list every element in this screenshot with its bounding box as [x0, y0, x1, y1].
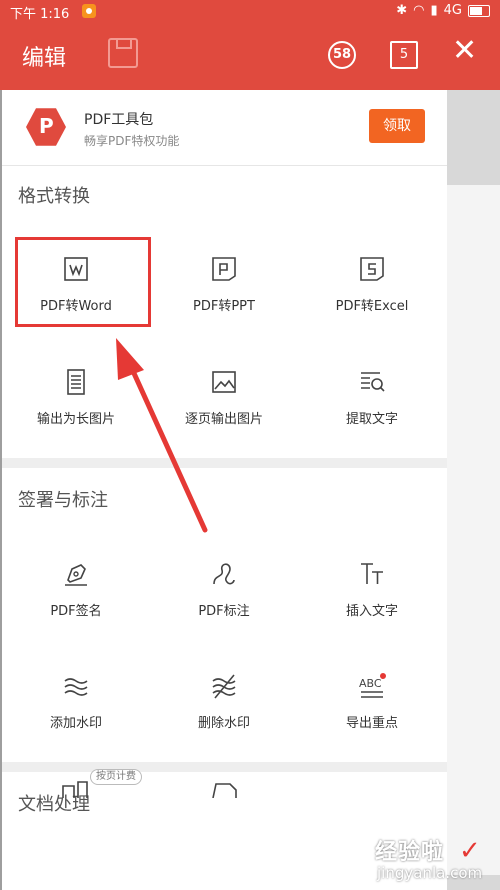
watermark-text: 经验啦	[375, 840, 445, 865]
badge-58-icon[interactable]: 58	[328, 41, 356, 69]
text-tt-icon	[361, 563, 383, 584]
section-title-sign: 签署与标注	[18, 490, 108, 511]
checkmark-icon: ✓	[459, 836, 481, 866]
squiggle-icon	[213, 563, 235, 585]
status-time: 下午 1:16	[10, 7, 70, 22]
tool-label: PDF转Excel	[335, 299, 409, 314]
signal-icon: ▮	[430, 3, 438, 18]
highlight-box	[15, 237, 151, 327]
partial-tool-icon	[212, 783, 237, 798]
status-bar: 下午 1:16 ✱ ◠ ▮ 4G	[0, 0, 500, 22]
section-divider	[2, 762, 447, 772]
tool-label: 添加水印	[49, 716, 102, 731]
remove-watermark-icon	[212, 674, 236, 699]
tool-export-highlights[interactable]: ABC 导出重点	[298, 672, 446, 762]
extract-text-icon	[361, 372, 385, 392]
tool-label: 导出重点	[345, 716, 398, 731]
tools-panel: PDF工具包 畅享PDF特权功能 领取 格式转换 PDF转Word PDF转PP…	[2, 90, 447, 890]
pay-per-page-badge: 按页计费	[90, 769, 142, 785]
long-image-icon	[67, 369, 85, 395]
tool-label: 删除水印	[197, 716, 250, 731]
section-title-convert: 格式转换	[18, 186, 90, 207]
background-document	[447, 90, 500, 890]
tool-label: PDF标注	[198, 604, 250, 619]
pen-nib-icon	[65, 564, 87, 586]
image-icon	[212, 371, 236, 393]
tool-label: PDF签名	[50, 604, 102, 619]
tool-remove-watermark[interactable]: 删除水印	[150, 672, 298, 762]
tool-label: 逐页输出图片	[184, 412, 263, 427]
tool-pdf-to-excel[interactable]: PDF转Excel	[298, 255, 446, 345]
tool-page-images[interactable]: 逐页输出图片	[150, 368, 298, 458]
promo-title: PDF工具包	[84, 112, 154, 128]
ppt-doc-icon	[212, 257, 236, 281]
excel-doc-icon	[360, 257, 384, 281]
tool-pdf-sign[interactable]: PDF签名	[2, 560, 150, 650]
close-icon[interactable]: ✕	[452, 36, 477, 66]
pdf-logo-icon	[26, 108, 66, 146]
tool-extract-text[interactable]: 提取文字	[298, 368, 446, 458]
tool-pdf-annotate[interactable]: PDF标注	[150, 560, 298, 650]
status-icons: ✱ ◠ ▮ 4G	[396, 3, 490, 18]
abc-highlight-icon: ABC	[359, 673, 386, 698]
battery-icon	[468, 4, 490, 17]
claim-button[interactable]: 领取	[369, 109, 425, 143]
tool-label: PDF转PPT	[193, 299, 255, 314]
site-watermark: 经验啦 ✓ jingyanla.com	[355, 834, 500, 890]
watermark-url: jingyanla.com	[377, 864, 483, 882]
promo-subtitle: 畅享PDF特权功能	[84, 134, 180, 148]
app-notification-icon	[82, 4, 96, 18]
network-type: 4G	[443, 3, 462, 18]
tabs-count-button[interactable]: 5	[390, 41, 418, 69]
top-toolbar: 编辑 58 5 ✕	[0, 22, 500, 90]
tool-long-image[interactable]: 输出为长图片	[2, 368, 150, 458]
tool-label: 提取文字	[345, 412, 398, 427]
save-icon[interactable]	[108, 38, 138, 68]
pdf-toolkit-banner[interactable]: PDF工具包 畅享PDF特权功能 领取	[2, 90, 447, 166]
toolbar-title: 编辑	[22, 46, 67, 71]
watermark-icon	[64, 678, 88, 696]
tool-pdf-to-ppt[interactable]: PDF转PPT	[150, 255, 298, 345]
tool-add-watermark[interactable]: 添加水印	[2, 672, 150, 762]
section-divider	[2, 458, 447, 468]
tool-label: 插入文字	[345, 604, 398, 619]
tool-insert-text[interactable]: 插入文字	[298, 560, 446, 650]
partial-tool-icon	[62, 781, 88, 798]
tool-label: 输出为长图片	[36, 412, 115, 427]
bluetooth-icon: ✱	[396, 3, 408, 18]
svg-text:ABC: ABC	[359, 677, 382, 690]
wifi-icon: ◠	[413, 3, 425, 18]
